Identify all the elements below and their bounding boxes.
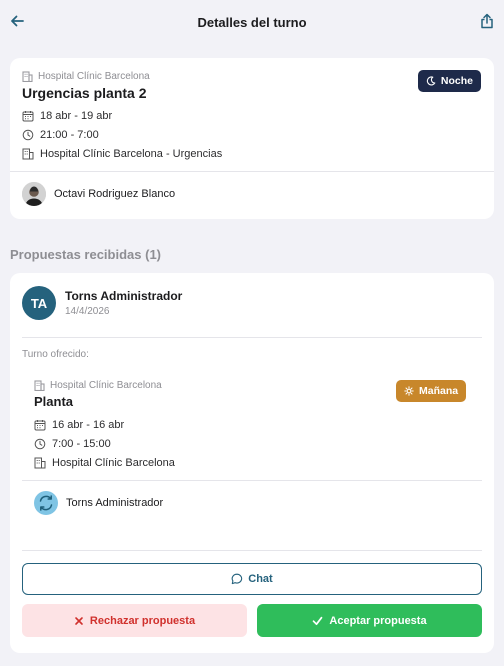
offered-hours: 7:00 - 15:00 [52, 438, 111, 450]
close-icon [75, 616, 83, 625]
shift-type-label: Noche [440, 75, 473, 87]
share-icon [481, 13, 493, 29]
swap-avatar-icon [34, 491, 58, 515]
page-title: Detalles del turno [197, 14, 307, 30]
shift-dates-row: 18 abr - 19 abr [22, 110, 112, 122]
back-button[interactable] [6, 10, 28, 32]
clock-icon [22, 129, 34, 141]
chat-bubble-icon [231, 573, 243, 585]
divider [22, 550, 482, 551]
divider [10, 171, 494, 172]
nav-header: Detalles del turno [0, 0, 504, 44]
offered-shift-type-badge: Mañana [396, 380, 467, 402]
arrow-left-icon [11, 15, 24, 27]
proposals-section-title: Propuestas recibidas (1) [10, 247, 161, 262]
proposer-name: Torns Administrador [65, 289, 183, 303]
person-photo-icon [22, 182, 46, 206]
calendar-icon [34, 420, 46, 431]
offered-hospital: Hospital Clínic Barcelona [34, 380, 162, 391]
shift-location: Hospital Clínic Barcelona - Urgencias [40, 148, 223, 160]
shift-dates: 18 abr - 19 abr [40, 110, 113, 122]
shift-hospital: Hospital Clínic Barcelona [22, 71, 150, 82]
shift-hospital-label: Hospital Clínic Barcelona [38, 71, 150, 82]
reject-proposal-button[interactable]: Rechazar propuesta [22, 604, 247, 637]
building-icon [34, 380, 45, 391]
building-icon [22, 71, 33, 82]
chat-button[interactable]: Chat [22, 563, 482, 595]
offered-location: Hospital Clínic Barcelona [52, 457, 175, 469]
divider [22, 337, 482, 338]
offered-dates-row: 16 abr - 16 abr [34, 419, 124, 431]
shift-owner-row[interactable]: Octavi Rodriguez Blanco [22, 182, 175, 206]
offered-shift-type-label: Mañana [419, 385, 459, 397]
avatar [22, 182, 46, 206]
shift-location-row: Hospital Clínic Barcelona - Urgencias [22, 148, 222, 160]
shift-type-badge: Noche [417, 70, 481, 92]
sun-icon [404, 386, 414, 396]
moon-icon [426, 76, 436, 86]
shift-name: Urgencias planta 2 [22, 85, 147, 101]
clock-icon [34, 438, 46, 450]
proposal-date: 14/4/2026 [65, 306, 110, 317]
offered-hospital-label: Hospital Clínic Barcelona [50, 380, 162, 391]
accept-proposal-label: Aceptar propuesta [329, 614, 427, 627]
checkmark-icon [313, 616, 323, 625]
proposal-card: TA Torns Administrador 14/4/2026 Turno o… [10, 273, 494, 653]
shift-owner-name: Octavi Rodriguez Blanco [54, 188, 176, 200]
share-button[interactable] [476, 10, 498, 32]
building-icon [34, 457, 46, 469]
divider [22, 480, 482, 481]
offered-dates: 16 abr - 16 abr [52, 419, 125, 431]
offered-owner-name: Torns Administrador [66, 497, 164, 509]
shift-hours: 21:00 - 7:00 [40, 129, 99, 141]
offered-location-row: Hospital Clínic Barcelona [34, 457, 175, 469]
calendar-icon [22, 111, 34, 122]
shift-hours-row: 21:00 - 7:00 [22, 129, 99, 141]
reject-proposal-label: Rechazar propuesta [89, 614, 196, 627]
offered-hours-row: 7:00 - 15:00 [34, 438, 111, 450]
building-icon [22, 148, 34, 160]
offered-shift-label: Turno ofrecido: [22, 349, 89, 360]
offered-shift-name: Planta [34, 394, 74, 409]
proposer-avatar: TA [22, 286, 56, 320]
offered-owner-row[interactable]: Torns Administrador [34, 491, 163, 515]
accept-proposal-button[interactable]: Aceptar propuesta [257, 604, 482, 637]
shift-card: Hospital Clínic Barcelona Urgencias plan… [10, 58, 494, 219]
chat-button-label: Chat [248, 573, 273, 585]
